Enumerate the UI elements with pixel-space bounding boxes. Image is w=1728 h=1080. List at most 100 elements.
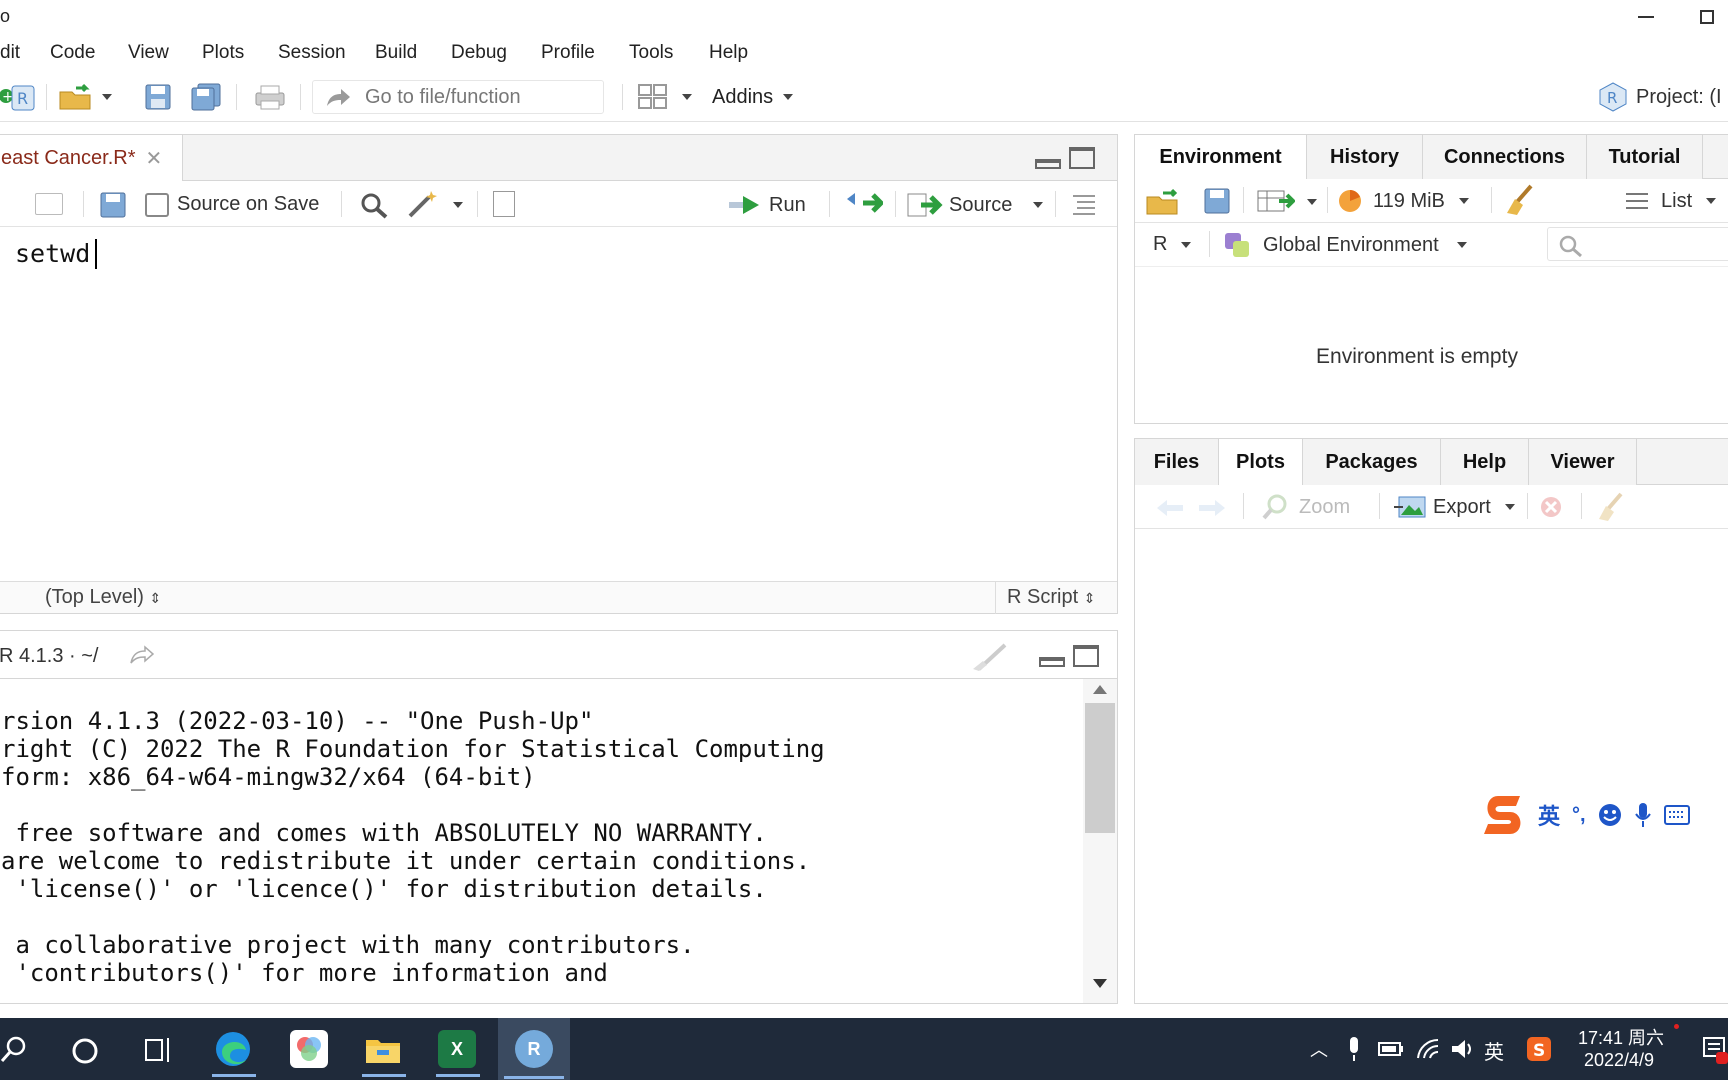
tab-tutorial[interactable]: Tutorial — [1587, 135, 1703, 179]
memory-usage-button[interactable]: 119 MiB — [1337, 187, 1469, 215]
taskbar-file-explorer-icon[interactable] — [364, 1030, 402, 1068]
next-plot-icon[interactable] — [1197, 497, 1227, 519]
ime-punctuation-label[interactable]: °, — [1572, 804, 1586, 827]
ime-emoji-icon[interactable] — [1598, 803, 1622, 827]
tab-plots[interactable]: Plots — [1219, 439, 1303, 485]
compile-report-icon[interactable] — [493, 191, 515, 217]
export-button[interactable]: Export — [1393, 493, 1515, 521]
clear-console-icon[interactable] — [971, 641, 1011, 671]
file-type-selector[interactable]: R Script ⇕ — [1007, 586, 1095, 609]
battery-icon[interactable] — [1378, 1040, 1404, 1058]
menu-profile[interactable]: Profile — [541, 42, 595, 64]
run-button[interactable]: Run — [729, 191, 806, 219]
source-dropdown-icon[interactable] — [1033, 202, 1043, 208]
minimize-window-icon[interactable] — [1638, 16, 1654, 18]
console-scrollbar[interactable] — [1083, 679, 1117, 1003]
menu-build[interactable]: Build — [375, 42, 417, 64]
ime-language-label[interactable]: 英 — [1538, 799, 1560, 831]
ime-voice-icon[interactable] — [1634, 802, 1652, 828]
clear-plots-broom-icon[interactable] — [1595, 491, 1627, 523]
close-tab-icon[interactable]: ✕ — [146, 146, 163, 171]
taskbar-app-icon[interactable] — [290, 1030, 328, 1068]
menu-plots[interactable]: Plots — [202, 42, 244, 64]
tab-packages[interactable]: Packages — [1303, 439, 1441, 485]
volume-icon[interactable] — [1450, 1038, 1476, 1060]
import-dropdown-icon[interactable] — [1307, 199, 1317, 205]
minimize-console-icon[interactable] — [1039, 657, 1065, 667]
maximize-pane-icon[interactable] — [1069, 147, 1095, 169]
taskbar-edge-icon[interactable] — [214, 1030, 252, 1068]
remove-plot-icon[interactable] — [1539, 495, 1563, 519]
search-icon[interactable] — [359, 191, 389, 219]
menu-session[interactable]: Session — [278, 42, 346, 64]
rerun-icon[interactable] — [845, 191, 883, 215]
project-button[interactable]: R Project: (I — [1598, 82, 1722, 112]
menu-debug[interactable]: Debug — [451, 42, 507, 64]
new-file-button[interactable]: + R — [0, 82, 36, 112]
ime-keyboard-icon[interactable] — [1663, 804, 1690, 826]
show-hidden-icons-icon[interactable]: ︿ — [1310, 1036, 1328, 1062]
wifi-icon[interactable] — [1416, 1038, 1442, 1060]
environment-search-input[interactable] — [1547, 227, 1728, 261]
menu-view[interactable]: View — [128, 42, 169, 64]
scope-selector[interactable]: (Top Level) ⇕ — [45, 586, 161, 609]
action-center-icon[interactable] — [1702, 1036, 1728, 1064]
save-button[interactable] — [144, 82, 172, 112]
workspace-panes-button[interactable] — [638, 82, 692, 112]
console-output[interactable]: rsion 4.1.3 (2022-03-10) -- "One Push-Up… — [0, 679, 1081, 1003]
taskbar-rstudio-active[interactable]: R — [498, 1018, 570, 1080]
taskbar-excel-icon[interactable]: X — [438, 1030, 476, 1068]
scroll-down-icon[interactable] — [1093, 979, 1107, 988]
restore-window-icon[interactable] — [1700, 10, 1714, 24]
scroll-up-icon[interactable] — [1093, 685, 1107, 694]
tab-history[interactable]: History — [1307, 135, 1423, 179]
clock-time[interactable]: 17:41 周六 — [1578, 1024, 1664, 1050]
show-in-window-icon[interactable] — [35, 193, 63, 215]
scroll-thumb[interactable] — [1085, 703, 1115, 833]
previous-plot-icon[interactable] — [1155, 497, 1185, 519]
code-tools-wand-icon[interactable] — [407, 189, 441, 219]
source-button[interactable]: Source — [907, 191, 1012, 219]
print-button[interactable] — [254, 82, 286, 112]
menu-code[interactable]: Code — [50, 42, 95, 64]
open-file-button[interactable] — [58, 82, 112, 112]
task-view-icon[interactable] — [144, 1036, 174, 1064]
clear-workspace-broom-icon[interactable] — [1503, 183, 1537, 217]
code-tools-dropdown-icon[interactable] — [453, 202, 463, 208]
menu-edit[interactable]: dit — [0, 42, 20, 64]
editor-tab-active[interactable]: east Cancer.R* ✕ — [0, 135, 183, 181]
minimize-pane-icon[interactable] — [1035, 159, 1061, 169]
view-mode-button[interactable]: List — [1625, 187, 1717, 215]
clock-date[interactable]: 2022/4/9 — [1584, 1050, 1654, 1071]
import-dataset-icon[interactable] — [1257, 187, 1295, 215]
tab-files[interactable]: Files — [1135, 439, 1219, 485]
load-workspace-icon[interactable] — [1145, 187, 1185, 215]
open-dropdown-icon[interactable] — [102, 94, 112, 100]
menu-help[interactable]: Help — [709, 42, 748, 64]
panes-dropdown-icon[interactable] — [682, 94, 692, 100]
menu-tools[interactable]: Tools — [629, 42, 673, 64]
tab-connections[interactable]: Connections — [1423, 135, 1587, 179]
goto-file-input[interactable]: Go to file/function — [312, 80, 604, 114]
save-all-button[interactable] — [190, 82, 222, 112]
maximize-console-icon[interactable] — [1073, 645, 1099, 667]
tab-environment[interactable]: Environment — [1135, 135, 1307, 179]
taskbar-search-icon[interactable] — [0, 1036, 28, 1064]
input-language-indicator[interactable]: 英 — [1484, 1036, 1504, 1065]
tab-viewer[interactable]: Viewer — [1529, 439, 1637, 485]
sogou-tray-icon[interactable]: S — [1526, 1036, 1552, 1062]
go-to-directory-icon[interactable] — [129, 645, 155, 665]
document-outline-icon[interactable] — [1071, 193, 1097, 215]
save-workspace-icon[interactable] — [1203, 187, 1231, 215]
tab-help[interactable]: Help — [1441, 439, 1529, 485]
zoom-button[interactable]: Zoom — [1261, 493, 1350, 521]
code-editor[interactable]: setwd — [0, 227, 1117, 569]
language-selector[interactable]: R — [1153, 233, 1192, 256]
sogou-ime-logo-icon[interactable] — [1480, 792, 1526, 838]
cortana-icon[interactable] — [70, 1036, 100, 1066]
environment-scope-selector[interactable]: Global Environment — [1223, 231, 1467, 259]
addins-button[interactable]: Addins — [712, 82, 794, 112]
microphone-tray-icon[interactable] — [1346, 1036, 1362, 1062]
save-editor-icon[interactable] — [99, 191, 127, 219]
source-on-save-checkbox[interactable] — [145, 193, 169, 217]
